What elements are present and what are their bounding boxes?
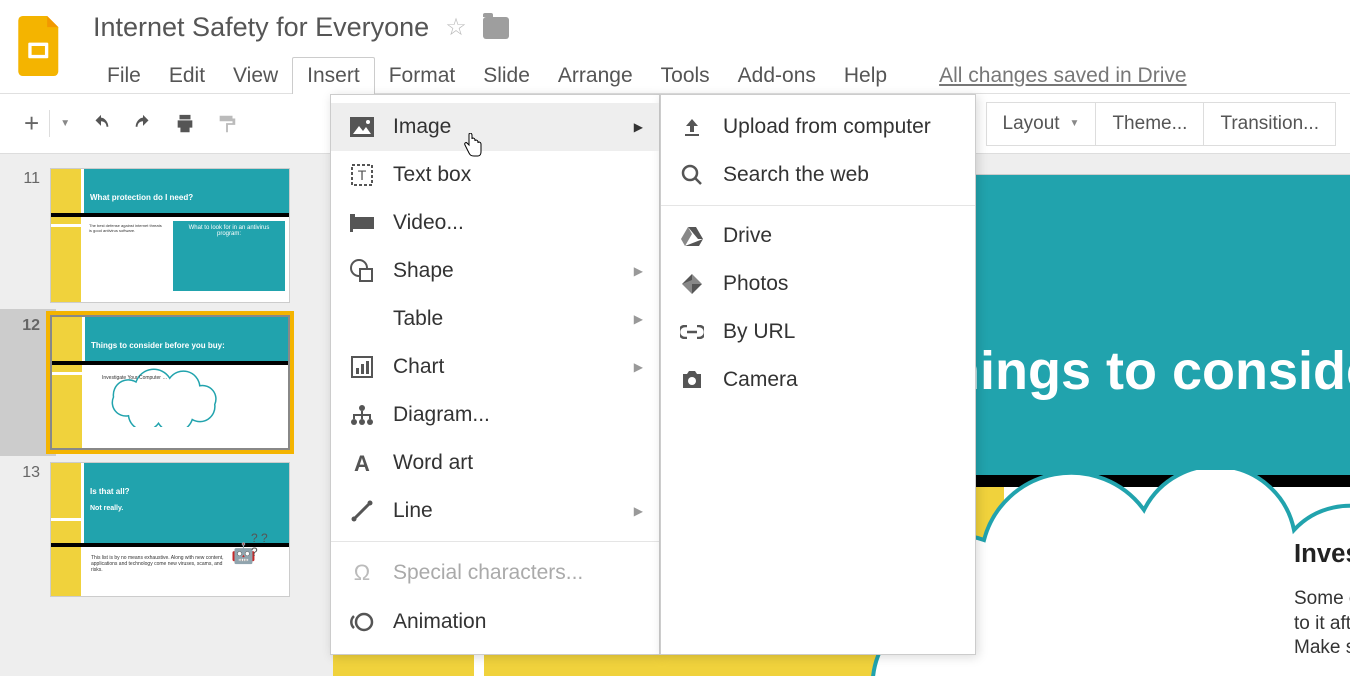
menu-insert[interactable]: Insert — [292, 57, 375, 95]
redo-button[interactable] — [122, 105, 164, 143]
menu-item-animation[interactable]: Animation — [331, 598, 659, 646]
chevron-right-icon: ▶ — [634, 504, 643, 518]
omega-icon: Ω — [349, 560, 375, 586]
chart-icon — [349, 356, 375, 378]
menu-edit[interactable]: Edit — [155, 58, 219, 94]
chevron-right-icon: ▶ — [634, 360, 643, 374]
textbox-icon: T — [349, 164, 375, 186]
menu-help[interactable]: Help — [830, 58, 901, 94]
menu-item-table[interactable]: Table▶ — [331, 295, 659, 343]
insert-menu-popup: Image▶ T Text box Video... Shape▶ Table▶… — [330, 94, 976, 655]
wordart-icon: A — [349, 452, 375, 474]
new-slide-dropdown[interactable]: ▼ — [49, 110, 80, 137]
submenu-camera[interactable]: Camera — [661, 356, 975, 404]
paint-roller-icon — [216, 113, 238, 135]
title-area: Internet Safety for Everyone ☆ File Edit… — [93, 12, 1350, 95]
image-icon — [349, 117, 375, 137]
menu-item-shape[interactable]: Shape▶ — [331, 247, 659, 295]
layout-button[interactable]: Layout ▼ — [986, 102, 1097, 146]
insert-menu: Image▶ T Text box Video... Shape▶ Table▶… — [330, 94, 660, 655]
camera-icon — [679, 370, 705, 390]
slides-logo-icon — [18, 16, 63, 76]
svg-text:A: A — [354, 452, 370, 474]
transition-button[interactable]: Transition... — [1204, 102, 1336, 146]
thumb-number: 11 — [10, 168, 40, 188]
animation-icon — [349, 610, 375, 634]
photos-icon — [679, 273, 705, 295]
submenu-drive[interactable]: Drive — [661, 212, 975, 260]
search-icon — [679, 164, 705, 186]
thumb-row-11[interactable]: 11 What protection do I need? The best d… — [0, 162, 333, 309]
menubar: File Edit View Insert Format Slide Arran… — [93, 57, 1350, 95]
move-to-folder-icon[interactable] — [483, 17, 509, 39]
menu-item-textbox[interactable]: T Text box — [331, 151, 659, 199]
drive-icon — [679, 226, 705, 246]
menu-item-special-characters: Ω Special characters... — [331, 548, 659, 598]
thumb-row-13[interactable]: 13 Is that all? Not really. 🤖 ? ?? This … — [0, 456, 333, 603]
diagram-icon — [349, 404, 375, 426]
theme-button[interactable]: Theme... — [1096, 102, 1204, 146]
menu-item-diagram[interactable]: Diagram... — [331, 391, 659, 439]
link-icon — [679, 325, 705, 339]
menu-view[interactable]: View — [219, 58, 292, 94]
upload-icon — [679, 116, 705, 138]
menu-arrange[interactable]: Arrange — [544, 58, 647, 94]
thumb-12[interactable]: Things to consider before you buy: Inves… — [50, 315, 290, 450]
new-slide-button[interactable]: + — [14, 100, 49, 147]
image-submenu: Upload from computer Search the web Driv… — [660, 94, 976, 655]
submenu-upload[interactable]: Upload from computer — [661, 103, 975, 151]
menu-addons[interactable]: Add-ons — [724, 58, 830, 94]
line-icon — [349, 500, 375, 522]
thumb-number: 13 — [10, 462, 40, 482]
menu-item-chart[interactable]: Chart▶ — [331, 343, 659, 391]
print-icon — [174, 113, 196, 135]
undo-button[interactable] — [80, 105, 122, 143]
submenu-search-web[interactable]: Search the web — [661, 151, 975, 199]
star-icon[interactable]: ☆ — [445, 13, 467, 42]
header: Internet Safety for Everyone ☆ File Edit… — [0, 0, 1350, 94]
save-status[interactable]: All changes saved in Drive — [925, 58, 1200, 94]
menu-format[interactable]: Format — [375, 58, 470, 94]
undo-icon — [90, 113, 112, 135]
menu-tools[interactable]: Tools — [647, 58, 724, 94]
thumb-11[interactable]: What protection do I need? The best defe… — [50, 168, 290, 303]
svg-text:T: T — [358, 167, 367, 183]
submenu-by-url[interactable]: By URL — [661, 308, 975, 356]
filmstrip[interactable]: 11 What protection do I need? The best d… — [0, 154, 333, 676]
menu-slide[interactable]: Slide — [469, 58, 544, 94]
menu-item-image[interactable]: Image▶ — [331, 103, 659, 151]
menu-item-line[interactable]: Line▶ — [331, 487, 659, 535]
chevron-right-icon: ▶ — [634, 312, 643, 326]
submenu-photos[interactable]: Photos — [661, 260, 975, 308]
toolbar-right: Layout ▼ Theme... Transition... — [986, 102, 1337, 146]
menu-item-wordart[interactable]: A Word art — [331, 439, 659, 487]
thumb-13[interactable]: Is that all? Not really. 🤖 ? ?? This lis… — [50, 462, 290, 597]
menu-file[interactable]: File — [93, 58, 155, 94]
chevron-right-icon: ▶ — [634, 264, 643, 278]
print-button[interactable] — [164, 105, 206, 143]
slide-heading: Things to consider — [914, 340, 1350, 402]
paint-format-button[interactable] — [206, 105, 248, 143]
thumb-row-12[interactable]: 12 Things to consider before you buy: In… — [0, 309, 333, 456]
cursor-pointer-icon — [462, 133, 484, 159]
video-icon — [349, 214, 375, 232]
thumb-number: 12 — [10, 315, 40, 335]
menu-item-video[interactable]: Video... — [331, 199, 659, 247]
chevron-right-icon: ▶ — [634, 120, 643, 134]
redo-icon — [132, 113, 154, 135]
document-title[interactable]: Internet Safety for Everyone — [93, 12, 429, 43]
shape-icon — [349, 259, 375, 283]
slide-body-text: Investigate Your Computer Some computers… — [1294, 540, 1350, 676]
